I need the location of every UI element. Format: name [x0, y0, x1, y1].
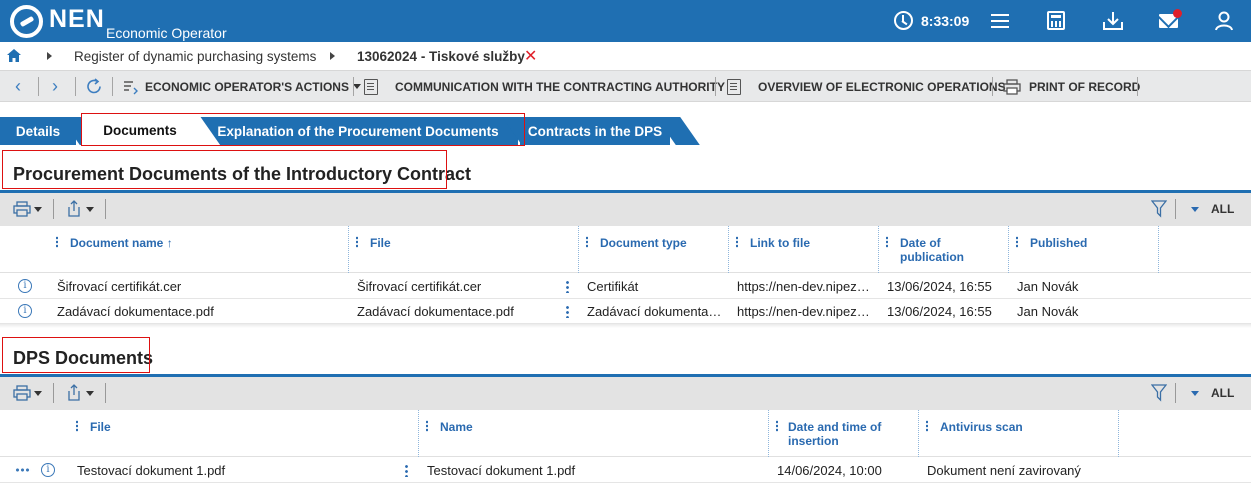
chevron-down-icon[interactable] [34, 391, 42, 396]
tab-explanation[interactable]: Explanation of the Procurement Documents [198, 117, 518, 145]
cell-date: 14/06/2024, 10:00 [777, 463, 882, 478]
close-icon[interactable]: ✕ [524, 46, 537, 66]
filter-all-label[interactable]: ALL [1211, 386, 1234, 400]
actions-label: ECONOMIC OPERATOR'S ACTIONS [145, 79, 349, 94]
overview-label: OVERVIEW OF ELECTRONIC OPERATIONS [758, 79, 1006, 94]
nen-logo-icon[interactable] [10, 5, 43, 38]
economic-operator-actions-menu[interactable]: ECONOMIC OPERATOR'S ACTIONS [123, 71, 361, 102]
document-icon [727, 78, 741, 95]
tab-contracts-dps[interactable]: Contracts in the DPS [520, 117, 670, 145]
cell-link[interactable]: https://nen-dev.nipez… [737, 279, 874, 294]
grid-toolbar-procurement: ALL [0, 190, 1251, 226]
chevron-right-icon [330, 52, 335, 60]
row-menu-icon[interactable] [566, 305, 569, 318]
menu-icon[interactable] [988, 9, 1012, 33]
action-toolbar: ‹ › ECONOMIC OPERATOR'S ACTIONS COMMUNIC… [0, 70, 1251, 102]
cell-document-name: Šifrovací certifikát.cer [57, 279, 182, 294]
cell-published: Jan Novák [1017, 304, 1079, 319]
cell-antivirus: Dokument není zavirovaný [927, 463, 1081, 478]
user-icon[interactable] [1212, 9, 1236, 33]
chevron-down-icon[interactable] [34, 207, 42, 212]
brand-name: NEN [49, 5, 105, 33]
section-title-dps: DPS Documents [13, 348, 154, 368]
brand-subtitle: Economic Operator [106, 25, 227, 41]
more-options-icon[interactable] [15, 468, 31, 472]
communication-button[interactable]: COMMUNICATION WITH THE CONTRACTING AUTHO… [364, 71, 725, 102]
clock-icon [894, 11, 913, 30]
chevron-down-icon[interactable] [86, 391, 94, 396]
cell-document-type: Zadávací dokumenta… [587, 304, 722, 319]
home-icon[interactable] [7, 49, 21, 62]
filter-icon[interactable] [1151, 384, 1167, 402]
column-header-date-insertion[interactable]: Date and time of insertion [788, 420, 910, 448]
export-icon[interactable] [66, 384, 82, 401]
column-header-file[interactable]: File [370, 236, 391, 250]
cell-published: Jan Novák [1017, 279, 1079, 294]
chevron-right-icon [47, 52, 52, 60]
grid-header-dps: File Name Date and time of insertion Ant… [0, 410, 1251, 457]
filter-icon[interactable] [1151, 200, 1167, 218]
row-menu-icon[interactable] [405, 464, 408, 477]
cell-file[interactable]: Testovací dokument 1.pdf [77, 463, 392, 478]
table-row[interactable]: i Zadávací dokumentace.pdf Zadávací doku… [0, 299, 1251, 324]
cell-file[interactable]: Zadávací dokumentace.pdf [357, 304, 557, 319]
column-header-link[interactable]: Link to file [750, 236, 810, 250]
refresh-icon[interactable] [85, 77, 104, 96]
forward-arrow-icon[interactable]: › [52, 71, 58, 102]
inbox-download-icon[interactable] [1101, 9, 1125, 33]
column-header-published[interactable]: Published [1030, 236, 1087, 250]
chevron-down-icon[interactable] [1191, 391, 1199, 396]
tab-label: Details [15, 123, 61, 139]
overview-button[interactable]: OVERVIEW OF ELECTRONIC OPERATIONS [727, 71, 1006, 102]
column-header-file[interactable]: File [90, 420, 111, 434]
info-icon[interactable]: i [18, 304, 32, 318]
info-icon[interactable]: i [18, 279, 32, 293]
calculator-icon[interactable] [1047, 11, 1065, 30]
list-actions-icon [124, 80, 138, 94]
export-icon[interactable] [66, 200, 82, 217]
column-header-document-type[interactable]: Document type [600, 236, 687, 250]
document-icon [364, 78, 378, 95]
cell-date: 13/06/2024, 16:55 [887, 304, 992, 319]
tab-label: Explanation of the Procurement Documents [217, 123, 499, 139]
tab-label: Documents [103, 123, 177, 138]
row-menu-icon[interactable] [566, 280, 569, 293]
cell-document-type: Certifikát [587, 279, 639, 294]
cell-date: 13/06/2024, 16:55 [887, 279, 992, 294]
table-row[interactable]: i Šifrovací certifikát.cer Šifrovací cer… [0, 274, 1251, 299]
filter-all-label[interactable]: ALL [1211, 202, 1234, 216]
print-label: PRINT OF RECORD [1029, 79, 1141, 94]
column-header-document-name[interactable]: Document name ↑ [70, 236, 173, 250]
cell-name: Testovací dokument 1.pdf [427, 463, 576, 478]
tab-label: Contracts in the DPS [527, 123, 663, 139]
chevron-down-icon [352, 84, 361, 89]
column-header-date-publication[interactable]: Date of publication [900, 236, 1000, 264]
cell-link[interactable]: https://nen-dev.nipez… [737, 304, 874, 319]
tab-strip: Details Explanation of the Procurement D… [0, 102, 1251, 145]
cell-file[interactable]: Šifrovací certifikát.cer [357, 279, 557, 294]
column-header-antivirus[interactable]: Antivirus scan [940, 420, 1023, 434]
info-icon[interactable]: i [41, 463, 55, 477]
chevron-down-icon[interactable] [1191, 207, 1199, 212]
communication-label: COMMUNICATION WITH THE CONTRACTING AUTHO… [395, 79, 725, 94]
printer-icon[interactable] [13, 201, 31, 217]
grid-toolbar-dps: ALL [0, 374, 1251, 410]
grid-header-procurement: Document name ↑ File Document type Link … [0, 226, 1251, 273]
session-clock: 8:33:09 [894, 11, 969, 30]
printer-icon [1003, 78, 1021, 95]
column-header-name[interactable]: Name [440, 420, 473, 434]
breadcrumb: Register of dynamic purchasing systems 1… [0, 42, 1251, 70]
print-button[interactable]: PRINT OF RECORD [1003, 71, 1140, 102]
notification-badge [1173, 9, 1182, 18]
cell-document-name: Zadávací dokumentace.pdf [57, 304, 214, 319]
back-arrow-icon[interactable]: ‹ [15, 71, 21, 102]
top-bar: NEN Economic Operator 8:33:09 [0, 0, 1251, 42]
clock-time: 8:33:09 [921, 12, 970, 29]
section-title-procurement: Procurement Documents of the Introductor… [13, 164, 472, 184]
table-row[interactable]: i Testovací dokument 1.pdf Testovací dok… [0, 458, 1251, 483]
printer-icon[interactable] [13, 385, 31, 401]
breadcrumb-current: 13062024 - Tiskové služby [357, 49, 525, 64]
breadcrumb-register[interactable]: Register of dynamic purchasing systems [74, 49, 316, 64]
chevron-down-icon[interactable] [86, 207, 94, 212]
